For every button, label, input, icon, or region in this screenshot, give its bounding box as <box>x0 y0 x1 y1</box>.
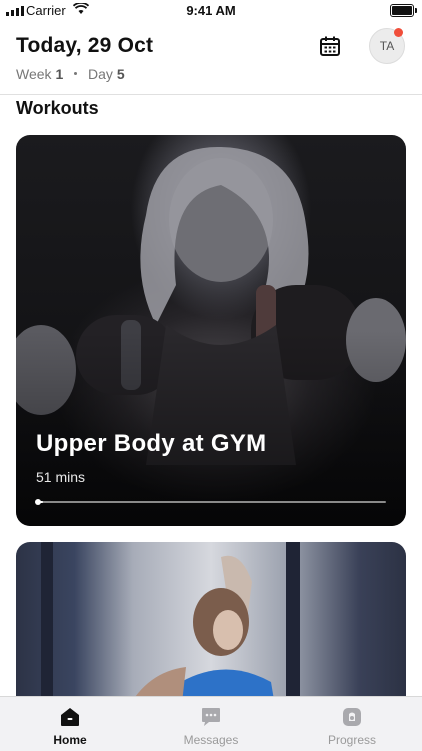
status-time: 9:41 AM <box>186 3 236 18</box>
home-icon <box>61 708 79 726</box>
day-value: 5 <box>116 66 125 82</box>
avatar-initials: TA <box>379 39 395 53</box>
progress-icon <box>343 708 361 726</box>
tab-label: Home <box>53 733 87 747</box>
day-label: Day <box>88 66 113 82</box>
week-label: Week <box>16 66 52 82</box>
header: Today, 29 Oct Week 1 Day 5 TA <box>0 22 422 95</box>
workout-card[interactable] <box>16 542 406 712</box>
tab-label: Progress <box>327 733 377 747</box>
separator-dot <box>74 72 78 76</box>
section-title: Workouts <box>16 98 99 118</box>
card-overlay <box>16 135 406 526</box>
tab-bar: Home Messages Progress <box>0 696 422 751</box>
week-value: 1 <box>55 66 64 82</box>
workout-card[interactable]: Upper Body at GYM 51 mins <box>16 135 406 526</box>
workout-photo <box>41 542 300 712</box>
workout-duration: 51 mins <box>36 469 86 485</box>
avatar[interactable]: TA <box>369 28 405 64</box>
messages-icon <box>202 708 220 726</box>
tab-messages[interactable]: Messages <box>141 697 281 751</box>
calendar-icon[interactable] <box>318 34 342 58</box>
progress-knob <box>35 499 41 505</box>
battery-icon <box>390 4 417 17</box>
notification-badge <box>394 28 403 37</box>
status-bar: Carrier 9:41 AM <box>0 0 422 22</box>
page-title: Today, 29 Oct <box>16 34 154 57</box>
workout-title: Upper Body at GYM <box>36 430 267 457</box>
tab-home[interactable]: Home <box>0 697 140 751</box>
workout-progress <box>36 501 386 503</box>
tab-label: Messages <box>183 733 239 747</box>
tab-progress[interactable]: Progress <box>282 697 422 751</box>
week-day-label: Week 1 Day 5 <box>16 66 125 82</box>
